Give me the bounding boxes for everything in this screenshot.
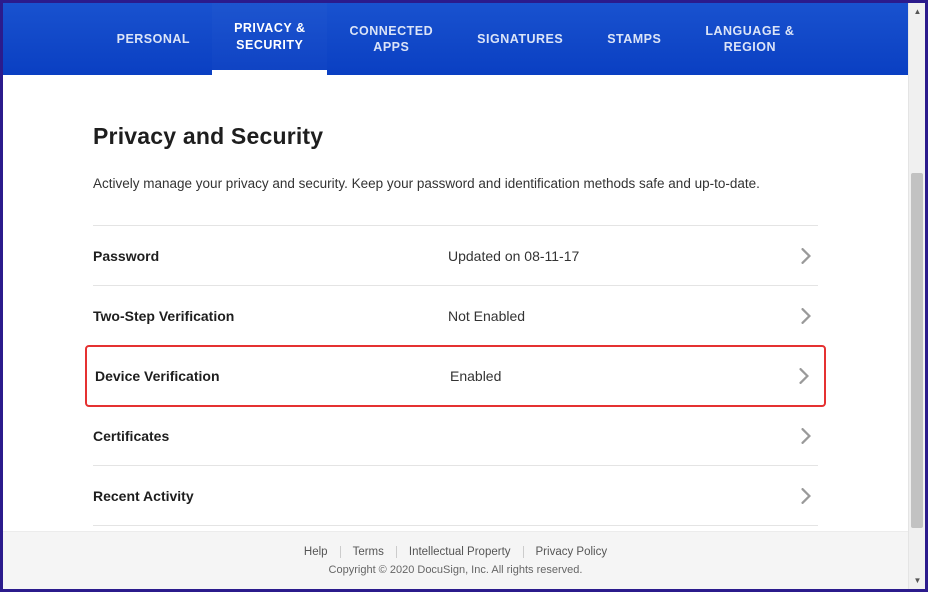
page-description: Actively manage your privacy and securit…	[93, 176, 818, 191]
setting-value: Not Enabled	[448, 308, 794, 324]
setting-label: Device Verification	[95, 368, 450, 384]
scroll-up-icon[interactable]: ▲	[909, 3, 926, 20]
tab-signatures[interactable]: SIGNATURES	[455, 3, 585, 75]
setting-label: Recent Activity	[93, 488, 448, 504]
setting-row-two-step[interactable]: Two-Step Verification Not Enabled	[93, 286, 818, 346]
footer-link-ip[interactable]: Intellectual Property	[397, 546, 524, 558]
tab-bar: PERSONAL PRIVACY & SECURITY CONNECTED AP…	[3, 3, 908, 75]
chevron-right-icon	[794, 248, 818, 264]
setting-label: Password	[93, 248, 448, 264]
settings-list: Password Updated on 08-11-17 Two-Step Ve…	[93, 225, 818, 526]
setting-row-password[interactable]: Password Updated on 08-11-17	[93, 226, 818, 286]
setting-value: Enabled	[450, 368, 792, 384]
chevron-right-icon	[794, 308, 818, 324]
scroll-thumb[interactable]	[911, 173, 923, 528]
scroll-down-icon[interactable]: ▼	[909, 572, 926, 589]
chevron-right-icon	[794, 428, 818, 444]
footer-link-terms[interactable]: Terms	[341, 546, 397, 558]
setting-value: Updated on 08-11-17	[448, 248, 794, 264]
setting-row-recent-activity[interactable]: Recent Activity	[93, 466, 818, 526]
footer-link-help[interactable]: Help	[292, 546, 341, 558]
chevron-right-icon	[792, 368, 816, 384]
page-title: Privacy and Security	[93, 123, 818, 150]
setting-label: Certificates	[93, 428, 448, 444]
setting-label: Two-Step Verification	[93, 308, 448, 324]
footer-copyright: Copyright © 2020 DocuSign, Inc. All righ…	[329, 564, 583, 576]
footer: Help Terms Intellectual Property Privacy…	[3, 531, 908, 589]
app-frame: PERSONAL PRIVACY & SECURITY CONNECTED AP…	[0, 0, 928, 592]
tab-personal[interactable]: PERSONAL	[95, 3, 212, 75]
tab-stamps[interactable]: STAMPS	[585, 3, 683, 75]
tab-connected-apps[interactable]: CONNECTED APPS	[327, 3, 455, 75]
chevron-right-icon	[794, 488, 818, 504]
tab-privacy-security[interactable]: PRIVACY & SECURITY	[212, 3, 327, 75]
scrollbar[interactable]: ▲ ▼	[908, 3, 925, 589]
content-area: PERSONAL PRIVACY & SECURITY CONNECTED AP…	[3, 3, 908, 589]
footer-links: Help Terms Intellectual Property Privacy…	[292, 546, 619, 558]
setting-row-certificates[interactable]: Certificates	[93, 406, 818, 466]
page-body: Privacy and Security Actively manage you…	[3, 75, 908, 546]
tab-language-region[interactable]: LANGUAGE & REGION	[683, 3, 816, 75]
setting-row-device-verification[interactable]: Device Verification Enabled	[85, 345, 826, 407]
footer-link-privacy[interactable]: Privacy Policy	[524, 546, 620, 558]
